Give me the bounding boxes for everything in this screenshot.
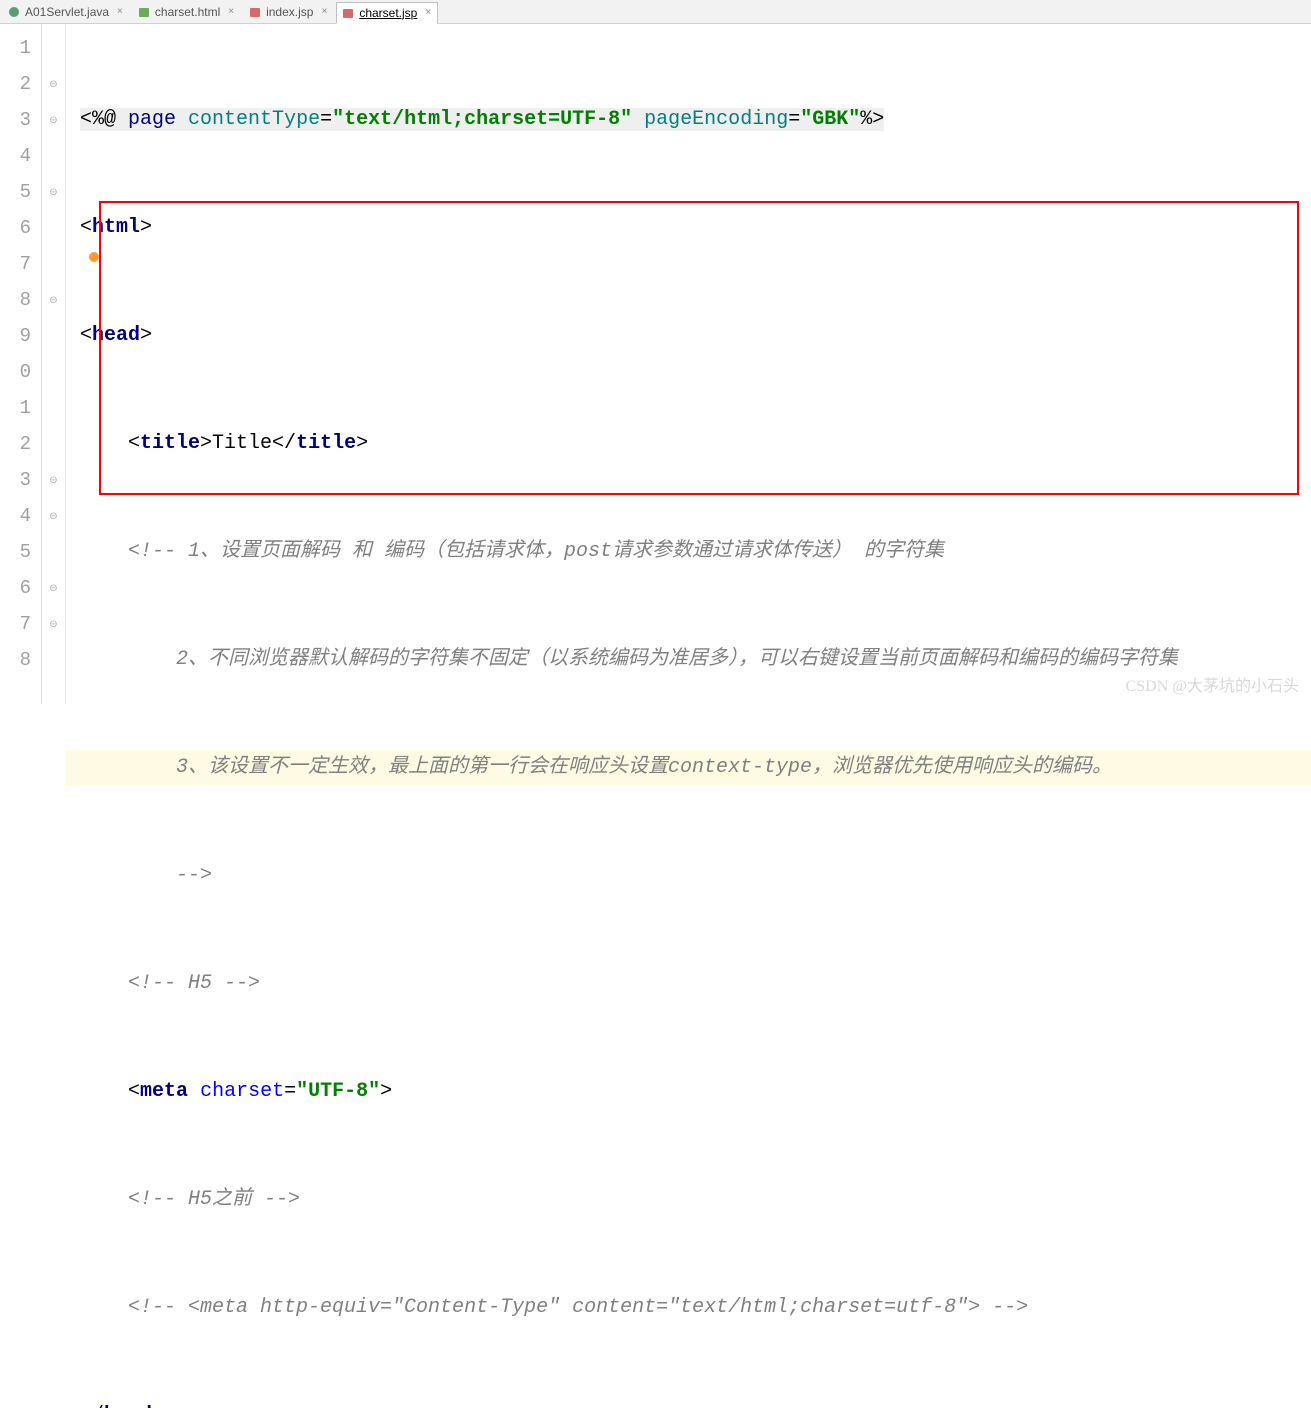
line-number: 0	[0, 354, 41, 390]
fold-marker[interactable]	[42, 246, 65, 282]
code-line[interactable]: -->	[66, 858, 1311, 894]
code-editor[interactable]: <%@ page contentType="text/html;charset=…	[66, 24, 1311, 704]
code-line[interactable]: </head>	[66, 1398, 1311, 1408]
line-number: 1	[0, 30, 41, 66]
line-number: 2	[0, 426, 41, 462]
fold-marker[interactable]	[42, 642, 65, 678]
line-number-gutter: 1 2 3 4 5 6 7 8 9 0 1 2 3 4 5 6 7 8	[0, 24, 42, 704]
close-icon[interactable]: ×	[321, 7, 327, 17]
fold-marker[interactable]	[42, 30, 65, 66]
tab-file-index-jsp[interactable]: index.jsp ×	[243, 1, 334, 23]
code-line[interactable]: <html>	[66, 210, 1311, 246]
tab-file-java[interactable]: A01Servlet.java ×	[2, 1, 130, 23]
breakpoint-icon[interactable]	[89, 252, 99, 262]
tab-label: index.jsp	[266, 5, 313, 19]
line-number: 7	[0, 606, 41, 642]
fold-marker[interactable]: ⊖	[42, 102, 65, 138]
fold-marker[interactable]: ⊖	[42, 66, 65, 102]
line-number: 8	[0, 642, 41, 678]
code-line[interactable]: <!-- H5之前 -->	[66, 1182, 1311, 1218]
code-line[interactable]: <!-- H5 -->	[66, 966, 1311, 1002]
jsp-file-icon	[248, 5, 262, 19]
watermark: CSDN @大茅坑的小石头	[1126, 672, 1299, 696]
line-number: 6	[0, 210, 41, 246]
line-number: 9	[0, 318, 41, 354]
tab-file-html[interactable]: charset.html ×	[132, 1, 241, 23]
fold-marker[interactable]: ⊖	[42, 462, 65, 498]
code-line[interactable]: <%@ page contentType="text/html;charset=…	[66, 102, 1311, 138]
tab-bar: A01Servlet.java × charset.html × index.j…	[0, 0, 1311, 24]
tab-label: charset.html	[155, 5, 220, 19]
fold-column: ⊖ ⊖ ⊖ ⊖ ⊖ ⊖ ⊖ ⊖	[42, 24, 66, 704]
code-line[interactable]: <meta charset="UTF-8">	[66, 1074, 1311, 1110]
close-icon[interactable]: ×	[425, 8, 431, 18]
line-number: 1	[0, 390, 41, 426]
fold-marker[interactable]: ⊖	[42, 498, 65, 534]
tab-label: charset.jsp	[359, 6, 417, 20]
code-line[interactable]: 2、不同浏览器默认解码的字符集不固定（以系统编码为准居多），可以右键设置当前页面…	[66, 642, 1311, 678]
fold-marker[interactable]: ⊖	[42, 606, 65, 642]
fold-marker[interactable]	[42, 534, 65, 570]
fold-marker[interactable]	[42, 426, 65, 462]
tab-file-charset-jsp[interactable]: charset.jsp ×	[336, 2, 438, 24]
jsp-file-icon	[341, 6, 355, 20]
code-line-current[interactable]: 3、该设置不一定生效，最上面的第一行会在响应头设置context-type，浏览…	[66, 750, 1311, 786]
fold-marker[interactable]: ⊖	[42, 570, 65, 606]
line-number: 7	[0, 246, 41, 282]
fold-marker[interactable]	[42, 138, 65, 174]
close-icon[interactable]: ×	[228, 7, 234, 17]
line-number: 3	[0, 462, 41, 498]
fold-marker[interactable]	[42, 210, 65, 246]
line-number: 6	[0, 570, 41, 606]
java-file-icon	[7, 5, 21, 19]
line-number: 3	[0, 102, 41, 138]
line-number: 2	[0, 66, 41, 102]
code-line[interactable]: <!-- <meta http-equiv="Content-Type" con…	[66, 1290, 1311, 1326]
editor-area: 1 2 3 4 5 6 7 8 9 0 1 2 3 4 5 6 7 8 ⊖ ⊖ …	[0, 24, 1311, 704]
close-icon[interactable]: ×	[117, 7, 123, 17]
fold-marker[interactable]	[42, 390, 65, 426]
line-number: 4	[0, 138, 41, 174]
line-number: 4	[0, 498, 41, 534]
code-line[interactable]: <title>Title</title>	[66, 426, 1311, 462]
fold-marker[interactable]: ⊖	[42, 174, 65, 210]
tab-label: A01Servlet.java	[25, 5, 109, 19]
line-number: 8	[0, 282, 41, 318]
html-file-icon	[137, 5, 151, 19]
code-line[interactable]: <head>	[66, 318, 1311, 354]
line-number: 5	[0, 174, 41, 210]
fold-marker[interactable]: ⊖	[42, 282, 65, 318]
fold-marker[interactable]	[42, 318, 65, 354]
fold-marker[interactable]	[42, 354, 65, 390]
code-line[interactable]: <!-- 1、设置页面解码 和 编码（包括请求体，post请求参数通过请求体传送…	[66, 534, 1311, 570]
line-number: 5	[0, 534, 41, 570]
